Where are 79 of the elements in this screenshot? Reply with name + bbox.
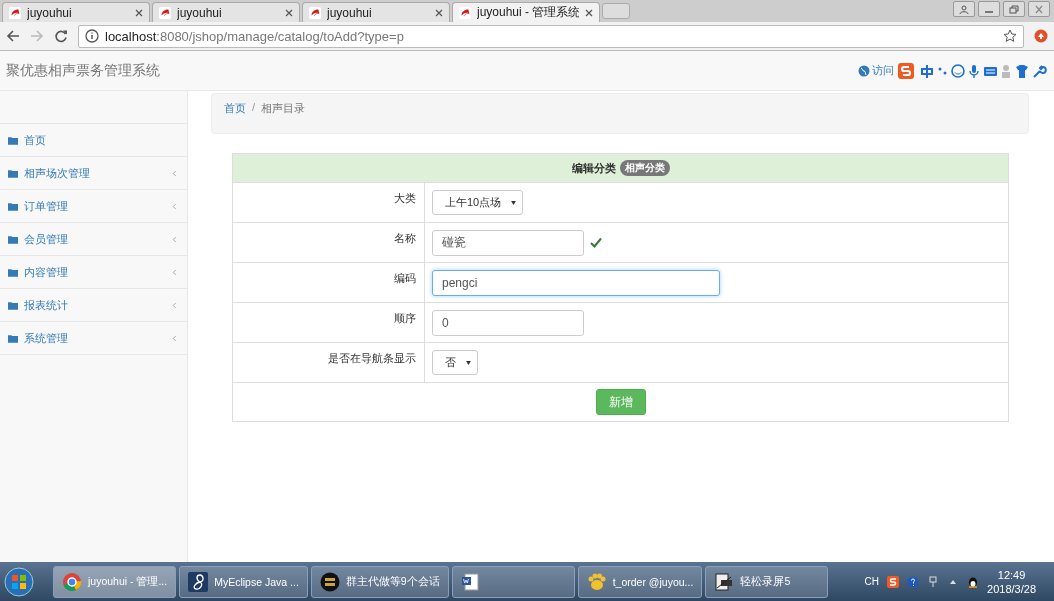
- help-icon[interactable]: [907, 575, 920, 588]
- reload-icon[interactable]: [54, 29, 68, 43]
- folder-icon: [8, 234, 18, 244]
- field-label: 是否在导航条显示: [233, 343, 425, 382]
- form-title: 编辑分类: [571, 160, 616, 176]
- browser-tab[interactable]: juyouhui: [152, 2, 300, 22]
- close-icon[interactable]: [435, 8, 443, 17]
- breadcrumb-link[interactable]: 首页: [224, 101, 246, 116]
- sidebar-item[interactable]: 相声场次管理: [0, 156, 187, 189]
- taskbar-item[interactable]: juyouhui - 管理...: [53, 565, 177, 598]
- bird-logo-icon: [159, 6, 171, 19]
- script-eight-icon: [188, 571, 209, 592]
- add-button[interactable]: 新增: [595, 389, 646, 415]
- field-label: 顺序: [233, 303, 425, 342]
- round-emblem-icon: [319, 571, 340, 592]
- extension-icon[interactable]: [1034, 29, 1048, 43]
- input-method-toolbar-drawing[interactable]: [898, 62, 1048, 79]
- folder-icon: [8, 267, 18, 277]
- start-button[interactable]: [4, 566, 34, 597]
- restore-icon: [1009, 4, 1019, 14]
- sidebar-item[interactable]: 系统管理: [0, 321, 187, 355]
- taskbar-item[interactable]: 群主代做等9个会话: [310, 565, 449, 598]
- folder-icon: [8, 300, 18, 310]
- bird-logo-icon: [9, 6, 21, 19]
- visit-link[interactable]: 访问: [858, 63, 894, 78]
- text-input[interactable]: 0: [432, 309, 584, 336]
- text-input[interactable]: 碰瓷: [432, 229, 584, 256]
- network-icon[interactable]: [927, 575, 940, 588]
- info-icon[interactable]: [85, 29, 99, 43]
- select-dropdown[interactable]: 否: [432, 350, 478, 375]
- penguin-icon[interactable]: [967, 575, 980, 588]
- taskbar-item[interactable]: 轻松录屏5: [705, 565, 829, 598]
- sidebar-item[interactable]: 订单管理: [0, 189, 187, 222]
- sidebar-item[interactable]: 内容管理: [0, 255, 187, 288]
- field-label: 名称: [233, 223, 425, 262]
- profile-button[interactable]: [953, 1, 975, 17]
- sidebar-item[interactable]: 首页: [0, 123, 187, 156]
- text-input[interactable]: pengci: [432, 269, 720, 296]
- bird-logo-icon: [309, 6, 321, 19]
- breadcrumb-separator: /: [252, 101, 256, 113]
- folder-icon: [8, 135, 18, 145]
- person-icon: [959, 4, 969, 14]
- chrome-icon: [62, 571, 82, 592]
- language-indicator[interactable]: CH: [864, 576, 880, 587]
- minimize-icon: [984, 10, 994, 13]
- back-icon[interactable]: [6, 29, 20, 43]
- document-icon: [460, 571, 481, 592]
- folder-icon: [8, 333, 18, 343]
- close-icon[interactable]: [585, 8, 593, 17]
- clock[interactable]: 12:49 2018/3/28: [987, 568, 1036, 595]
- close-icon: [1034, 4, 1044, 14]
- address-bar[interactable]: localhost:8080/jshop/manage/catalog/toAdd?type=p: [78, 24, 1024, 48]
- browser-tab[interactable]: juyouhui: [2, 2, 150, 22]
- taskbar-item[interactable]: MyEclipse Java ...: [179, 565, 308, 598]
- folder-icon: [8, 168, 18, 178]
- minimize-button[interactable]: [978, 1, 1000, 17]
- category-badge: 相声分类: [619, 160, 670, 176]
- ime-s-icon[interactable]: [887, 575, 900, 588]
- select-dropdown[interactable]: 上午10点场: [432, 190, 524, 215]
- folder-icon: [8, 201, 18, 211]
- sidebar-item[interactable]: 报表统计: [0, 288, 187, 321]
- taskbar-item[interactable]: t_order @juyou...: [577, 565, 703, 598]
- film-icon: [714, 571, 735, 592]
- field-label: 大类: [233, 183, 425, 222]
- breadcrumb-current: 相声目录: [261, 101, 306, 116]
- close-icon[interactable]: [285, 8, 293, 17]
- globe-icon: [858, 64, 870, 77]
- app-title: 聚优惠相声票务管理系统: [6, 61, 160, 80]
- taskbar-item[interactable]: [451, 565, 575, 598]
- sidebar-item[interactable]: 会员管理: [0, 222, 187, 255]
- browser-tab[interactable]: juyouhui: [302, 2, 450, 22]
- restore-button[interactable]: [1003, 1, 1025, 17]
- field-label: 编码: [233, 263, 425, 302]
- star-icon[interactable]: [1003, 29, 1017, 43]
- caret-icon: [466, 360, 471, 365]
- caret-icon: [511, 200, 517, 205]
- paw-icon: [586, 571, 607, 592]
- close-icon[interactable]: [135, 8, 143, 17]
- bird-logo-icon: [459, 6, 471, 19]
